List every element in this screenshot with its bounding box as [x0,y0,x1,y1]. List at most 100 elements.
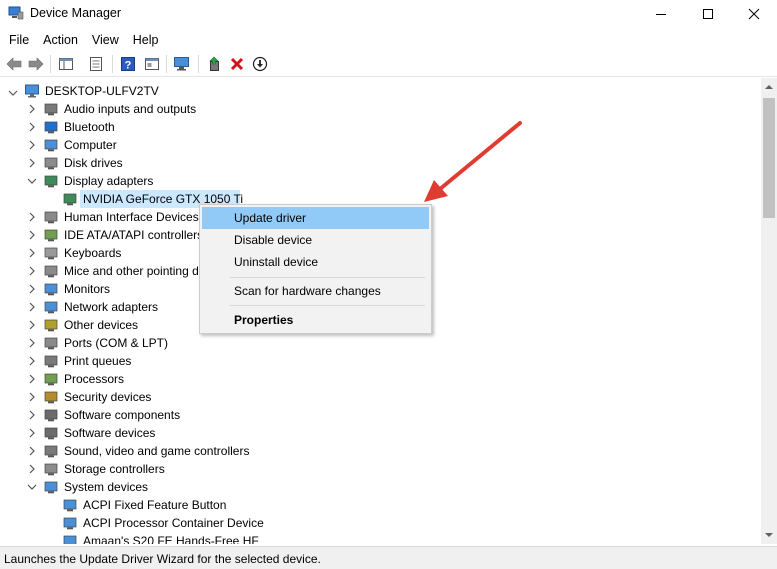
close-button[interactable] [731,0,777,28]
scroll-up-button[interactable] [761,78,777,96]
menu-item-uninstall-device[interactable]: Uninstall device [202,251,429,273]
tree-item-bluetooth[interactable]: Bluetooth [64,118,115,136]
system-device-icon [63,499,77,512]
menu-action[interactable]: Action [36,29,85,51]
menu-separator [230,277,425,278]
tree-item-software-components[interactable]: Software components [64,406,180,424]
device-list-icon [90,57,102,71]
tree-item-print-queues[interactable]: Print queues [64,352,131,370]
tree-item-ports-com-lpt[interactable]: Ports (COM & LPT) [64,334,168,352]
other-devices-icon [44,319,58,332]
tree-item-display-adapters[interactable]: Display adapters [64,172,153,190]
tree-item-system-devices[interactable]: System devices [64,478,148,496]
add-driver-button[interactable] [204,54,224,74]
title-bar: Device Manager [0,0,777,28]
toolbar-separator [50,55,51,73]
forward-button[interactable] [26,54,46,74]
download-update-icon [252,56,268,72]
back-button[interactable] [4,54,24,74]
collapse-chevron-icon[interactable] [27,482,37,492]
tree-item-sound-video-and-game-controllers[interactable]: Sound, video and game controllers [64,442,249,460]
tree-item-other-devices[interactable]: Other devices [64,316,138,334]
uninstall-button[interactable] [227,54,247,74]
uninstall-x-icon [230,57,244,71]
tree-item-mice-and-other-pointing-d[interactable]: Mice and other pointing d [64,262,199,280]
chevron-up-icon [765,85,773,89]
display-adapter-icon [63,193,77,206]
window-title: Device Manager [30,6,122,20]
monitor-scan-icon [174,57,189,71]
expand-chevron-icon[interactable] [27,446,37,456]
back-icon [6,57,22,71]
tree-item-storage-controllers[interactable]: Storage controllers [64,460,165,478]
expand-chevron-icon[interactable] [27,464,37,474]
maximize-button[interactable] [685,0,731,28]
menu-view[interactable]: View [85,29,126,51]
tree-item-ide-ata-atapi-controllers[interactable]: IDE ATA/ATAPI controllers [64,226,203,244]
scrollbar-thumb[interactable] [763,98,775,218]
tree-item-acpi-processor-container-device[interactable]: ACPI Processor Container Device [83,514,264,532]
expand-chevron-icon[interactable] [27,230,37,240]
expand-chevron-icon[interactable] [27,374,37,384]
add-driver-icon [209,56,219,71]
toolbar-separator [198,55,199,73]
expand-chevron-icon[interactable] [27,104,37,114]
svg-text:?: ? [125,60,132,72]
expand-chevron-icon[interactable] [27,212,37,222]
expand-chevron-icon[interactable] [27,428,37,438]
tree-root-label[interactable]: DESKTOP-ULFV2TV [45,82,159,100]
help-button[interactable]: ? [118,54,138,74]
tree-item-software-devices[interactable]: Software devices [64,424,155,442]
scroll-down-button[interactable] [761,526,777,544]
tree-item-human-interface-devices[interactable]: Human Interface Devices [64,208,199,226]
display-adapter-icon [44,175,58,188]
tree-item-processors[interactable]: Processors [64,370,124,388]
action-view-button[interactable] [142,54,162,74]
expand-chevron-icon[interactable] [27,356,37,366]
tree-item-security-devices[interactable]: Security devices [64,388,151,406]
scan-hardware-button[interactable] [172,54,192,74]
action-view-icon [145,58,159,70]
tree-item-monitors[interactable]: Monitors [64,280,110,298]
update-driver-button[interactable] [250,54,270,74]
processor-icon [44,373,58,386]
tree-item-computer[interactable]: Computer [64,136,117,154]
tree-item-audio-inputs-and-outputs[interactable]: Audio inputs and outputs [64,100,196,118]
properties-button[interactable] [86,54,106,74]
software-component-icon [44,409,58,422]
menu-item-disable-device[interactable]: Disable device [202,229,429,251]
security-icon [44,391,58,404]
tree-item-disk-drives[interactable]: Disk drives [64,154,123,172]
expand-chevron-icon[interactable] [27,266,37,276]
tree-item-amaan-s-s20-fe-hands-free-hf[interactable]: Amaan's S20 FE Hands-Free HF [83,532,259,544]
expand-chevron-icon[interactable] [27,320,37,330]
minimize-button[interactable] [638,0,684,28]
menu-help[interactable]: Help [126,29,166,51]
printer-icon [44,355,58,368]
expand-chevron-icon[interactable] [27,140,37,150]
expand-chevron-icon[interactable] [27,302,37,312]
tree-item-keyboards[interactable]: Keyboards [64,244,121,262]
menu-item-scan-hardware[interactable]: Scan for hardware changes [202,280,429,302]
expand-chevron-icon[interactable] [27,122,37,132]
system-device-icon [63,517,77,530]
disk-drive-icon [44,157,58,170]
expand-chevron-icon[interactable] [27,158,37,168]
tree-item-network-adapters[interactable]: Network adapters [64,298,158,316]
menu-file[interactable]: File [0,29,36,51]
expand-chevron-icon[interactable] [27,410,37,420]
port-icon [44,337,58,350]
menu-item-update-driver[interactable]: Update driver [202,207,429,229]
expand-chevron-icon[interactable] [27,284,37,294]
expand-chevron-icon[interactable] [27,338,37,348]
menu-separator [230,305,425,306]
menu-item-properties[interactable]: Properties [202,309,429,331]
expand-chevron-icon[interactable] [27,248,37,258]
expand-chevron-icon[interactable] [27,392,37,402]
tree-item-acpi-fixed-feature-button[interactable]: ACPI Fixed Feature Button [83,496,226,514]
collapse-chevron-icon[interactable] [8,88,18,98]
software-device-icon [44,427,58,440]
computer-icon [44,139,58,152]
collapse-chevron-icon[interactable] [27,176,37,186]
show-hide-console-tree-button[interactable] [56,54,76,74]
